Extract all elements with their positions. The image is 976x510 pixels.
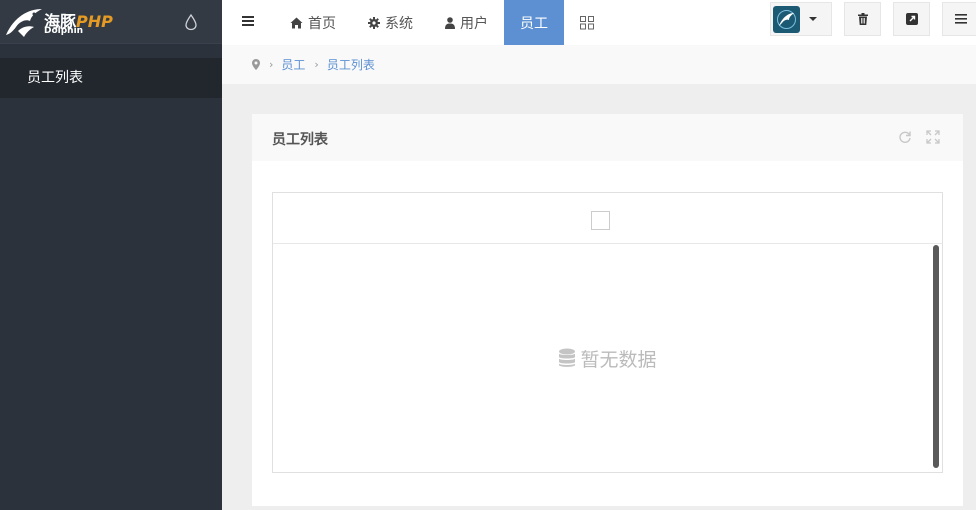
open-frontend-button[interactable] (893, 2, 930, 36)
sidebar-menu: 员工列表 (0, 58, 222, 98)
clear-cache-button[interactable] (844, 2, 881, 36)
block-header: 员工列表 (252, 114, 963, 161)
nav-employee-label: 员工 (520, 15, 548, 32)
avatar (773, 5, 800, 33)
gear-icon (368, 16, 380, 29)
breadcrumb-separator: › (314, 58, 319, 71)
page-title: 员工列表 (272, 132, 328, 148)
top-navbar: 首页 系统 用户 员工 (222, 0, 976, 45)
user-menu-button[interactable] (770, 2, 832, 36)
brand-header: 海豚PHP Dolphin (0, 0, 222, 44)
breadcrumb-separator: › (269, 58, 274, 71)
fullscreen-button[interactable] (925, 129, 941, 145)
list-icon (954, 14, 967, 24)
table-header (273, 193, 942, 244)
refresh-button[interactable] (897, 129, 913, 145)
map-marker-icon (252, 59, 260, 70)
side-panel-button[interactable] (942, 2, 976, 36)
expand-icon (926, 130, 940, 144)
trash-icon (857, 13, 868, 25)
sidebar: 海豚PHP Dolphin 员工列表 (0, 0, 222, 510)
external-link-icon (905, 13, 918, 25)
block-tools (897, 129, 941, 145)
nav-user[interactable]: 用户 (429, 0, 504, 45)
nav-apps[interactable] (564, 0, 616, 45)
user-icon (445, 16, 455, 29)
table-scrollbar[interactable] (933, 245, 939, 468)
nav-system[interactable]: 系统 (352, 0, 429, 45)
empty-state-text: 暂无数据 (580, 348, 657, 371)
nav-home[interactable]: 首页 (274, 0, 352, 45)
menu-toggle-icon[interactable] (242, 15, 254, 27)
brand-subtitle: Dolphin (44, 26, 84, 36)
data-table: 暂无数据 (272, 192, 943, 473)
dolphin-logo-icon (6, 9, 42, 37)
nav-system-label: 系统 (385, 15, 413, 32)
select-all-checkbox[interactable] (591, 211, 610, 230)
refresh-icon (899, 131, 911, 143)
nav-home-label: 首页 (308, 15, 336, 32)
content-block: 员工列表 暂无数据 (252, 114, 963, 506)
dolphin-avatar-icon (777, 9, 796, 29)
home-icon (290, 17, 303, 28)
database-icon (559, 348, 576, 367)
theme-drop-icon[interactable] (184, 13, 198, 31)
top-nav: 首页 系统 用户 员工 (274, 0, 616, 45)
nav-employee[interactable]: 员工 (504, 0, 564, 45)
apps-grid-icon (580, 15, 594, 29)
breadcrumb-item-employee[interactable]: 员工 (281, 56, 305, 73)
breadcrumb: › 员工 › 员工列表 (222, 45, 976, 84)
nav-user-label: 用户 (460, 15, 488, 32)
sidebar-item-employee-list[interactable]: 员工列表 (0, 58, 222, 98)
empty-state: 暂无数据 (273, 244, 942, 472)
chevron-down-icon (809, 17, 817, 21)
breadcrumb-item-employee-list[interactable]: 员工列表 (327, 56, 375, 73)
